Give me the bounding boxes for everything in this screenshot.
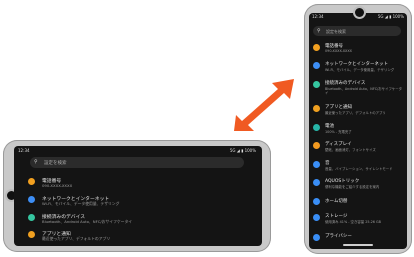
item-subtitle: Wi-Fi、モバイル、データ使用量、テザリング <box>42 201 120 206</box>
gesture-home-bar[interactable] <box>343 244 373 246</box>
search-input[interactable]: ⚲ 設定を検索 <box>30 157 244 168</box>
settings-item-storage[interactable]: ストレージ 使用済み 41% - 空き容量 25.26 GB <box>313 213 405 229</box>
settings-item-apps[interactable]: アプリと通知 最近使ったアプリ、デフォルトのアプリ <box>28 230 228 244</box>
display-icon <box>313 142 320 149</box>
network-icon <box>28 196 35 203</box>
item-subtitle: 最近使ったアプリ、デフォルトのアプリ <box>42 236 111 241</box>
status-time: 12:34 <box>18 148 30 153</box>
item-subtitle: 使用済み 41% - 空き容量 25.26 GB <box>325 220 381 224</box>
status-indicators: 5G ◢ ▮ 100% <box>229 148 256 153</box>
battery-icon <box>313 124 320 131</box>
settings-item-battery[interactable]: 電池 100% - 充電完了 <box>313 123 405 139</box>
settings-item-network[interactable]: ネットワークとインターネット Wi-Fi、モバイル、データ使用量、テザリング <box>313 61 405 77</box>
apps-icon <box>28 231 35 238</box>
item-subtitle-line2: イ <box>325 91 329 95</box>
privacy-icon <box>313 234 320 241</box>
connected-devices-icon <box>28 214 35 221</box>
search-placeholder: 設定を検索 <box>44 161 67 166</box>
settings-item-apps[interactable]: アプリと通知 最近使ったアプリ、デフォルトのアプリ <box>313 104 405 120</box>
settings-item-aquos-trick[interactable]: AQUOSトリック 便利な機能をご紹介する設定を案内 <box>313 178 405 194</box>
sound-icon <box>313 161 320 168</box>
phone-number-icon <box>28 178 35 185</box>
search-icon: ⚲ <box>317 28 321 34</box>
item-subtitle: Wi-Fi、モバイル、データ使用量、テザリング <box>325 68 395 72</box>
item-subtitle: 壁紙、画面消灯、フォントサイズ <box>325 148 376 152</box>
settings-item-home-switch[interactable]: ホーム切替 <box>313 197 405 209</box>
storage-icon <box>313 214 320 221</box>
settings-item-display[interactable]: ディスプレイ 壁紙、画面消灯、フォントサイズ <box>313 141 405 157</box>
settings-item-connected-devices[interactable]: 接続済みのデバイス Bluetooth、Android Auto、NFC/おサイ… <box>28 213 228 227</box>
item-subtitle: Bluetooth、Android Auto、NFC/おサイフケータイ <box>42 219 133 224</box>
item-subtitle: 便利な機能をご紹介する設定を案内 <box>325 185 380 189</box>
network-icon <box>313 62 320 69</box>
front-camera <box>355 8 364 17</box>
apps-icon <box>313 105 320 112</box>
item-subtitle: 音量、バイブレーション、サイレントモード <box>325 167 393 171</box>
item-title: プライバシー <box>325 234 352 239</box>
status-bar: 12:34 5G ◢ ▮ 100% <box>18 148 256 154</box>
status-indicators: 5G ◢ ▮ 100% <box>377 14 404 19</box>
portrait-settings-screen: 12:34 5G ◢ ▮ 100% ⚲ 設定を検索 電話番号 090-XXXX-… <box>309 13 407 249</box>
status-time: 12:34 <box>312 14 324 19</box>
item-subtitle: 090-XXXX-XXXX <box>42 183 73 188</box>
connected-devices-icon <box>313 81 320 88</box>
item-subtitle: 090-XXXX-XXXX <box>325 49 352 53</box>
search-placeholder: 設定を検索 <box>326 28 346 34</box>
settings-item-connected-devices[interactable]: 接続済みのデバイス Bluetooth、Android Auto、NFC/おサイ… <box>313 80 405 100</box>
settings-item-privacy[interactable]: プライバシー <box>313 233 405 243</box>
search-input[interactable]: ⚲ 設定を検索 <box>313 26 401 36</box>
home-switch-icon <box>313 198 320 205</box>
rotate-arrow-icon <box>234 79 294 131</box>
item-title: ホーム切替 <box>325 199 348 204</box>
settings-item-phone-number[interactable]: 電話番号 090-XXXX-XXXX <box>313 43 405 59</box>
settings-item-sound[interactable]: 音 音量、バイブレーション、サイレントモード <box>313 160 405 176</box>
settings-item-network[interactable]: ネットワークとインターネット Wi-Fi、モバイル、データ使用量、テザリング <box>28 195 228 209</box>
item-subtitle: Bluetooth、Android Auto、NFC/おサイフケータ <box>325 87 403 91</box>
item-subtitle: 100% - 充電完了 <box>325 130 352 134</box>
search-icon: ⚲ <box>34 159 38 165</box>
aquos-trick-icon <box>313 179 320 186</box>
item-subtitle: 最近使ったアプリ、デフォルトのアプリ <box>325 111 386 115</box>
landscape-settings-screen: 12:34 5G ◢ ▮ 100% ⚲ 設定を検索 電話番号 090-XXXX-… <box>14 146 262 246</box>
settings-item-phone-number[interactable]: 電話番号 090-XXXX-XXXX <box>28 177 228 191</box>
phone-number-icon <box>313 44 320 51</box>
